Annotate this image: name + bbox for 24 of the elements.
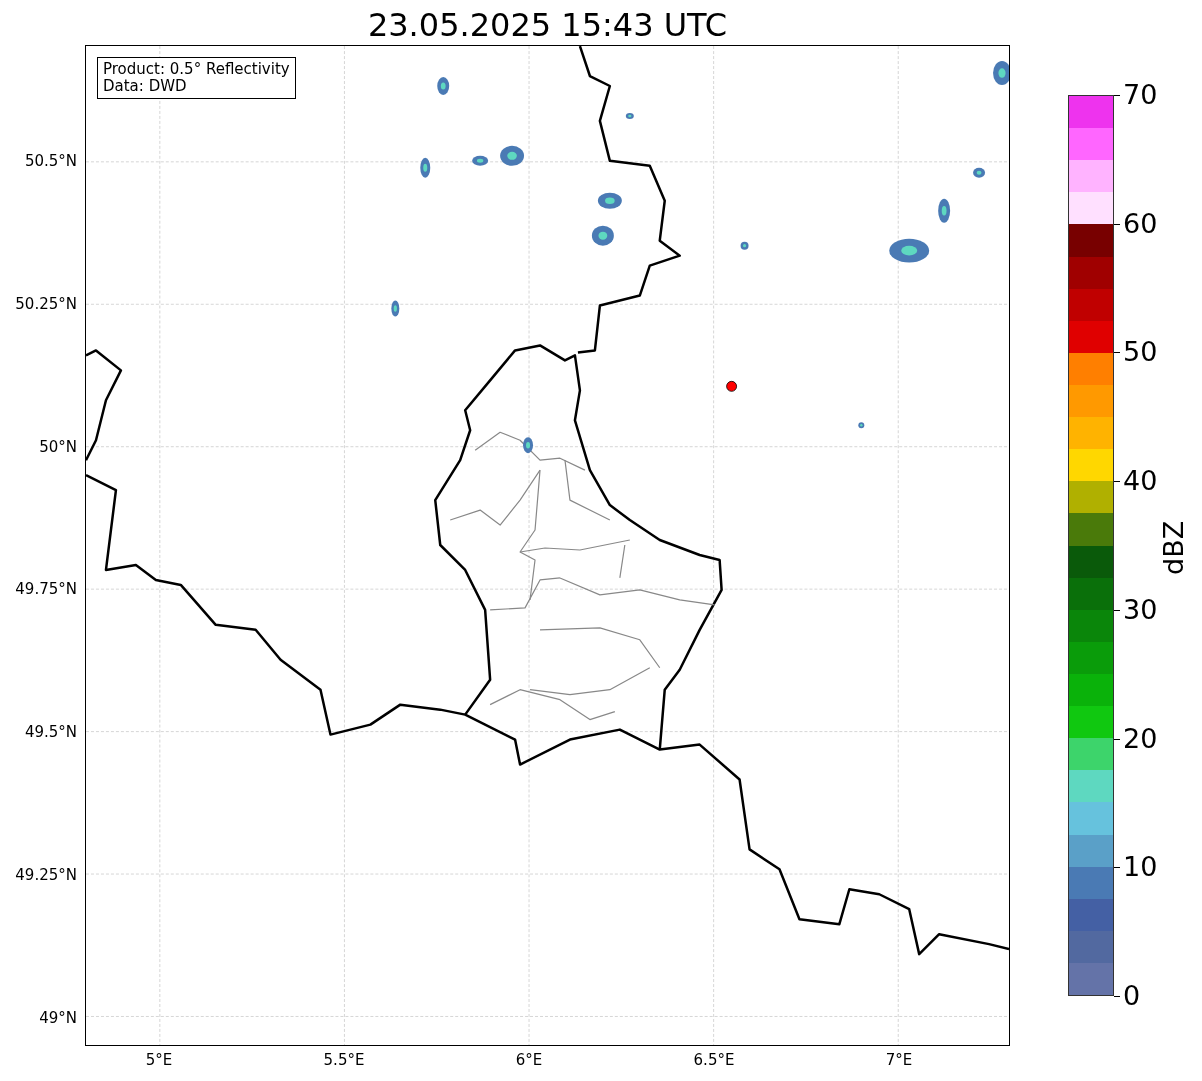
info-text: Product: 0.5° Reflectivity [103, 61, 290, 78]
latitude-label: 49.75°N [15, 580, 77, 599]
info-text: Data: DWD [103, 78, 188, 95]
colorbar-tick-label: 70 [1123, 80, 1158, 110]
colorbar-tick-label: 30 [1123, 594, 1158, 625]
longitude-label: 6.5°E [693, 1051, 735, 1069]
longitude-label: 5°E [145, 1051, 173, 1069]
chart-title: 23.05.2025 15:43 UTC [366, 5, 729, 45]
latitude-label: 49.5°N [24, 723, 77, 741]
latitude-label: 49.25°N [15, 865, 77, 884]
latitude-label: 50.25°N [15, 294, 77, 313]
latitude-label: 50.5°N [24, 152, 77, 170]
colorbar-tick-label: 20 [1123, 723, 1158, 754]
longitude-label: 6°E [515, 1051, 543, 1069]
latitude-label: 50°N [39, 437, 77, 456]
longitude-label: 5.5°E [323, 1051, 365, 1069]
colorbar-tick-label: 50 [1123, 337, 1158, 368]
colorbar-tick-label: 0 [1123, 981, 1141, 1011]
colorbar-tick-label: 40 [1123, 466, 1158, 497]
colorbar-tick-label: 60 [1123, 208, 1158, 239]
longitude-label: 7°E [885, 1051, 913, 1069]
colorbar-tick-label: 10 [1123, 852, 1158, 883]
latitude-label: 49°N [39, 1008, 77, 1027]
colorbar-label: dBZ [1158, 520, 1189, 575]
